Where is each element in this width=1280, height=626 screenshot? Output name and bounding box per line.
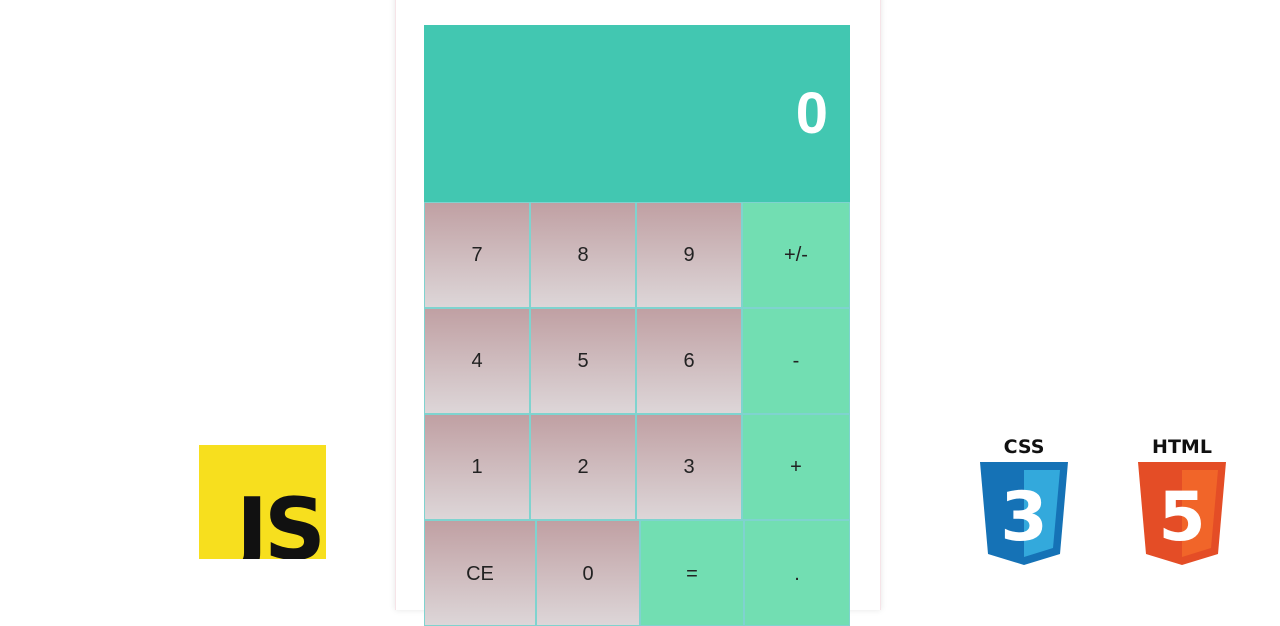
plus-button[interactable]: +: [742, 414, 850, 520]
equals-button[interactable]: =: [640, 520, 744, 626]
decimal-button[interactable]: .: [744, 520, 850, 626]
key-7[interactable]: 7: [424, 202, 530, 308]
key-3[interactable]: 3: [636, 414, 742, 520]
html5-logo-number: 5: [1158, 478, 1205, 557]
minus-button[interactable]: -: [742, 308, 850, 414]
key-1[interactable]: 1: [424, 414, 530, 520]
html5-shield-icon: HTML 5: [1138, 436, 1226, 565]
css3-logo-number: 3: [1000, 478, 1047, 557]
key-6[interactable]: 6: [636, 308, 742, 414]
key-9[interactable]: 9: [636, 202, 742, 308]
key-2[interactable]: 2: [530, 414, 636, 520]
html5-logo: HTML 5: [1134, 436, 1230, 568]
toggle-sign-button[interactable]: +/-: [742, 202, 850, 308]
key-8[interactable]: 8: [530, 202, 636, 308]
clear-entry-button[interactable]: CE: [424, 520, 536, 626]
javascript-logo: JS: [199, 445, 326, 559]
css3-shield-icon: CSS 3: [980, 436, 1068, 565]
display-value: 0: [795, 81, 828, 146]
key-4[interactable]: 4: [424, 308, 530, 414]
calculator-display: 0: [424, 25, 850, 202]
css3-logo: CSS 3: [976, 436, 1072, 568]
javascript-logo-text: JS: [236, 480, 326, 559]
css3-logo-text: CSS: [1004, 436, 1045, 458]
key-0[interactable]: 0: [536, 520, 640, 626]
html5-logo-text: HTML: [1152, 436, 1212, 458]
key-5[interactable]: 5: [530, 308, 636, 414]
